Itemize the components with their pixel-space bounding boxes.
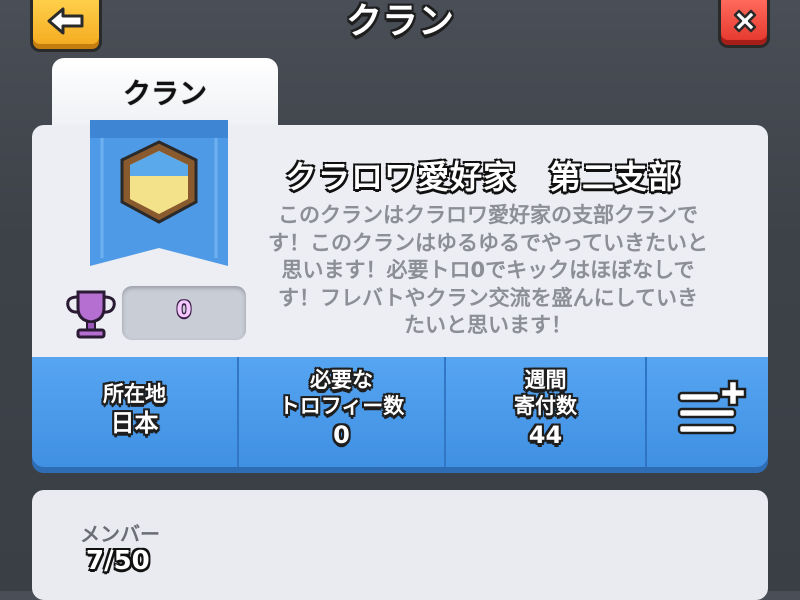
stats-divider [645, 357, 647, 467]
clan-description: このクランはクラロワ愛好家の支部クランです！このクランはゆるゆるでやっていきたい… [268, 203, 708, 337]
stat-location-label: 所在地 [103, 382, 166, 406]
stat-weekly-donations-label-1: 週間 [524, 368, 567, 392]
list-add-icon[interactable] [675, 379, 749, 443]
stat-required-trophies-value: 0 [333, 421, 350, 449]
trophy-icon [66, 290, 116, 339]
clan-trophy-value: 0 [176, 298, 192, 323]
tab-clan-label: クラン [122, 77, 207, 110]
stat-required-trophies-label-1: 必要な [310, 368, 373, 392]
clan-stats-bar: 所在地 日本 必要な トロフィー数 0 週間 寄付数 44 [32, 357, 768, 473]
stat-weekly-donations-label-2: 寄付数 [514, 394, 577, 418]
screen-title: クラン [345, 1, 454, 42]
stat-required-trophies-label-2: トロフィー数 [278, 394, 405, 418]
close-x-icon [733, 9, 757, 33]
members-label: メンバー [80, 522, 160, 546]
close-button[interactable] [718, 0, 770, 48]
stat-location-value: 日本 [110, 409, 159, 437]
clan-shield-icon [90, 120, 228, 266]
members-count: 7/50 [86, 546, 150, 576]
stat-weekly-donations: 週間 寄付数 44 [444, 357, 645, 467]
stat-required-trophies: 必要な トロフィー数 0 [237, 357, 444, 467]
clan-trophy-box: 0 [122, 286, 246, 340]
stat-location: 所在地 日本 [32, 357, 237, 467]
clan-name: クラロワ愛好家 第二支部 [284, 158, 681, 196]
stat-weekly-donations-value: 44 [528, 421, 563, 449]
